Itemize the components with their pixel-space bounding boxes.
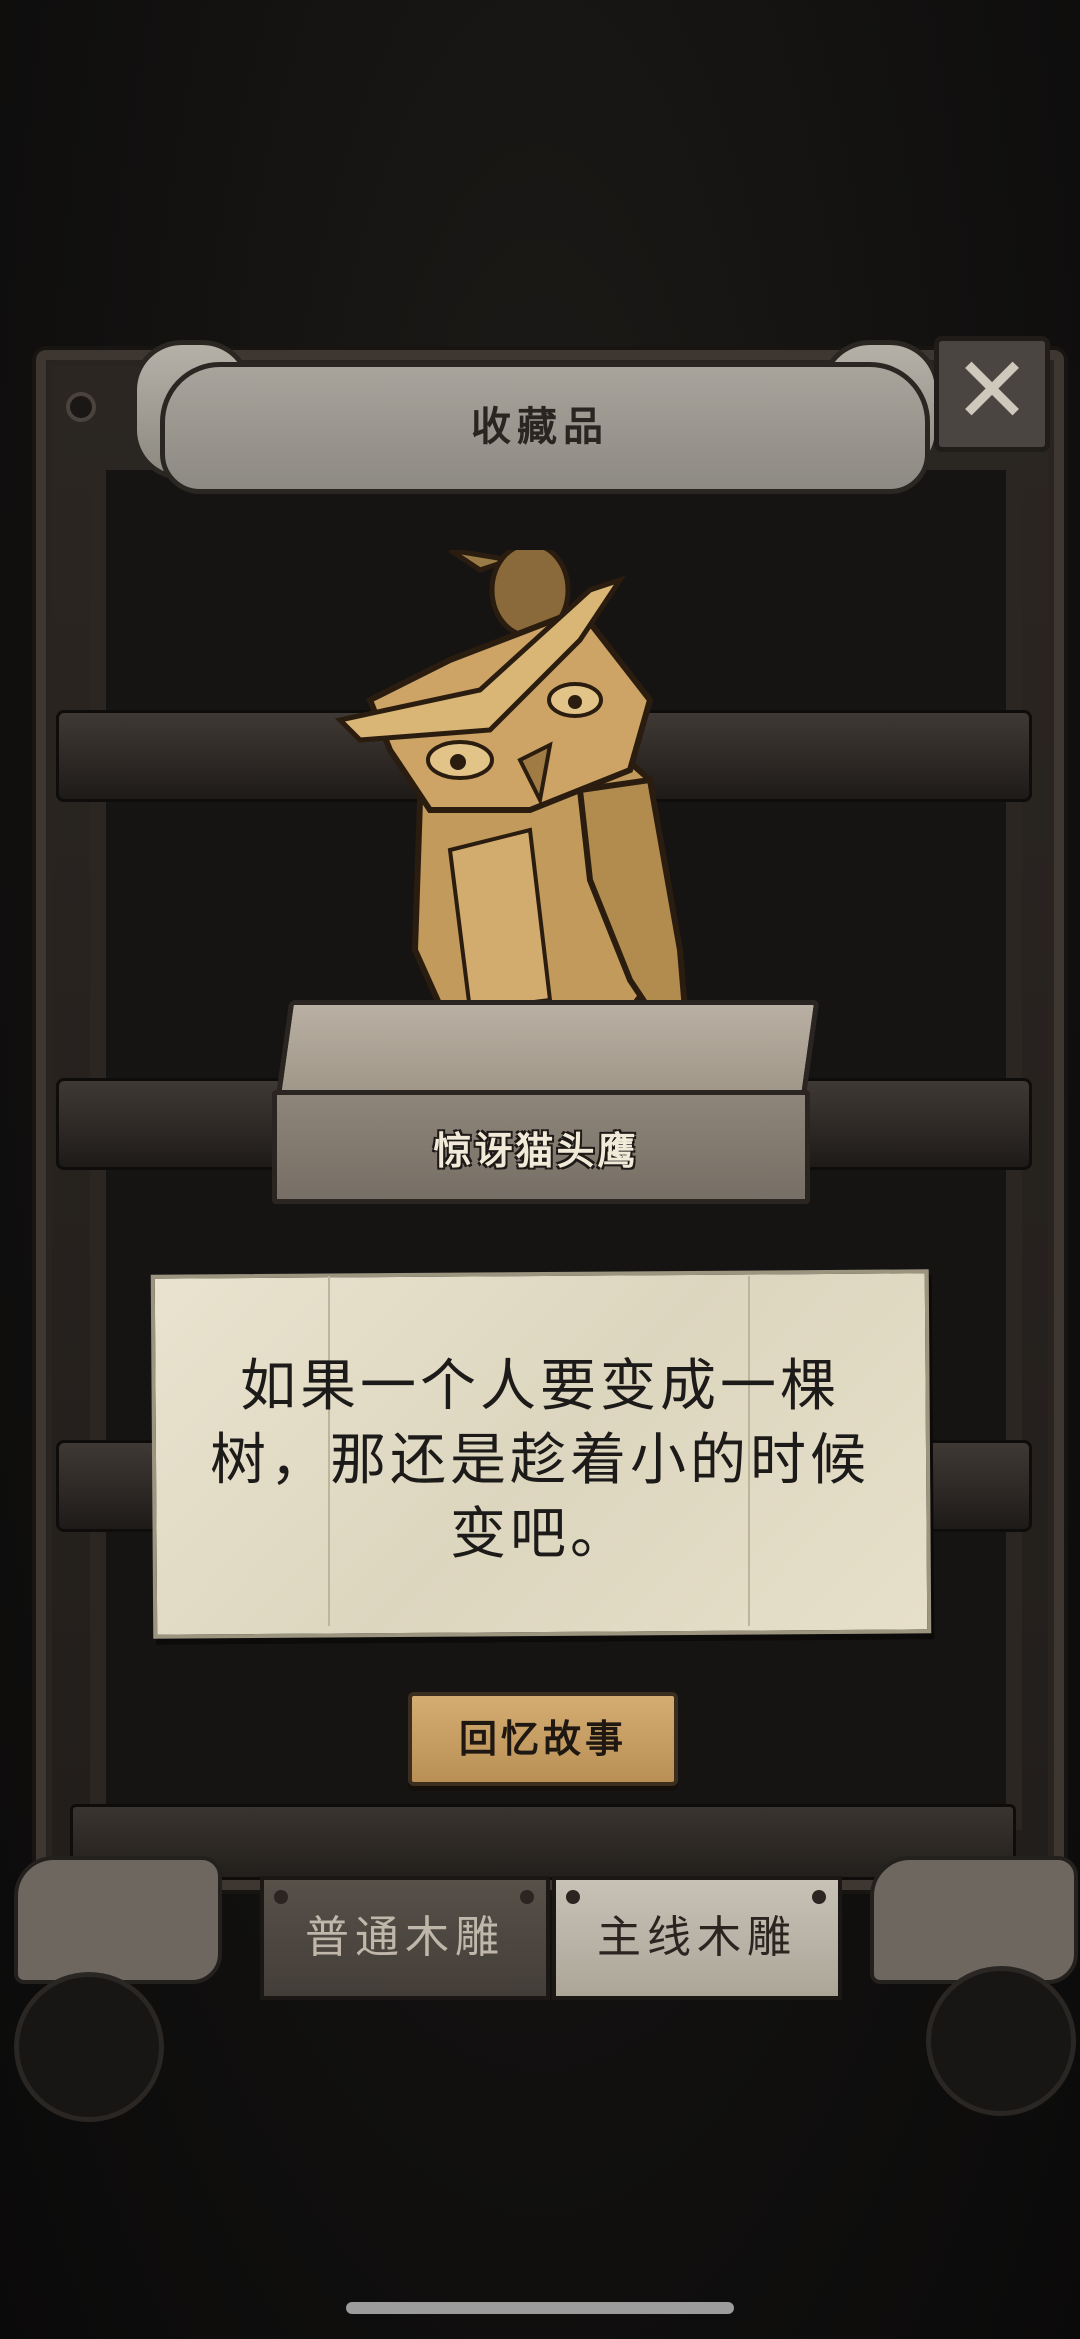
close-button[interactable]: ✕ <box>934 336 1050 452</box>
tab-normal-carvings[interactable]: 普通木雕 <box>260 1876 550 2000</box>
wood-scraps-right <box>870 1856 1078 1984</box>
item-name-label: 惊讶猫头鹰 <box>433 1129 639 1173</box>
story-note-text: 如果一个人要变成一棵树，那还是趁着小的时候变吧。 <box>210 1354 870 1567</box>
recall-story-button[interactable]: 回忆故事 <box>408 1692 678 1786</box>
tab-pin-icon <box>566 1890 580 1904</box>
close-x-icon: ✕ <box>953 337 1031 444</box>
tab-main-carvings[interactable]: 主线木雕 <box>552 1876 842 2000</box>
nail-icon <box>66 392 96 422</box>
home-indicator[interactable] <box>346 2302 734 2314</box>
tab-pin-icon <box>520 1890 534 1904</box>
tab-pin-icon <box>274 1890 288 1904</box>
tab-pin-icon <box>812 1890 826 1904</box>
wood-scraps-left <box>14 1856 222 1984</box>
page-title: 收藏品 <box>471 404 609 450</box>
axe-icon <box>926 1966 1076 2116</box>
door-icon <box>14 1972 164 2122</box>
